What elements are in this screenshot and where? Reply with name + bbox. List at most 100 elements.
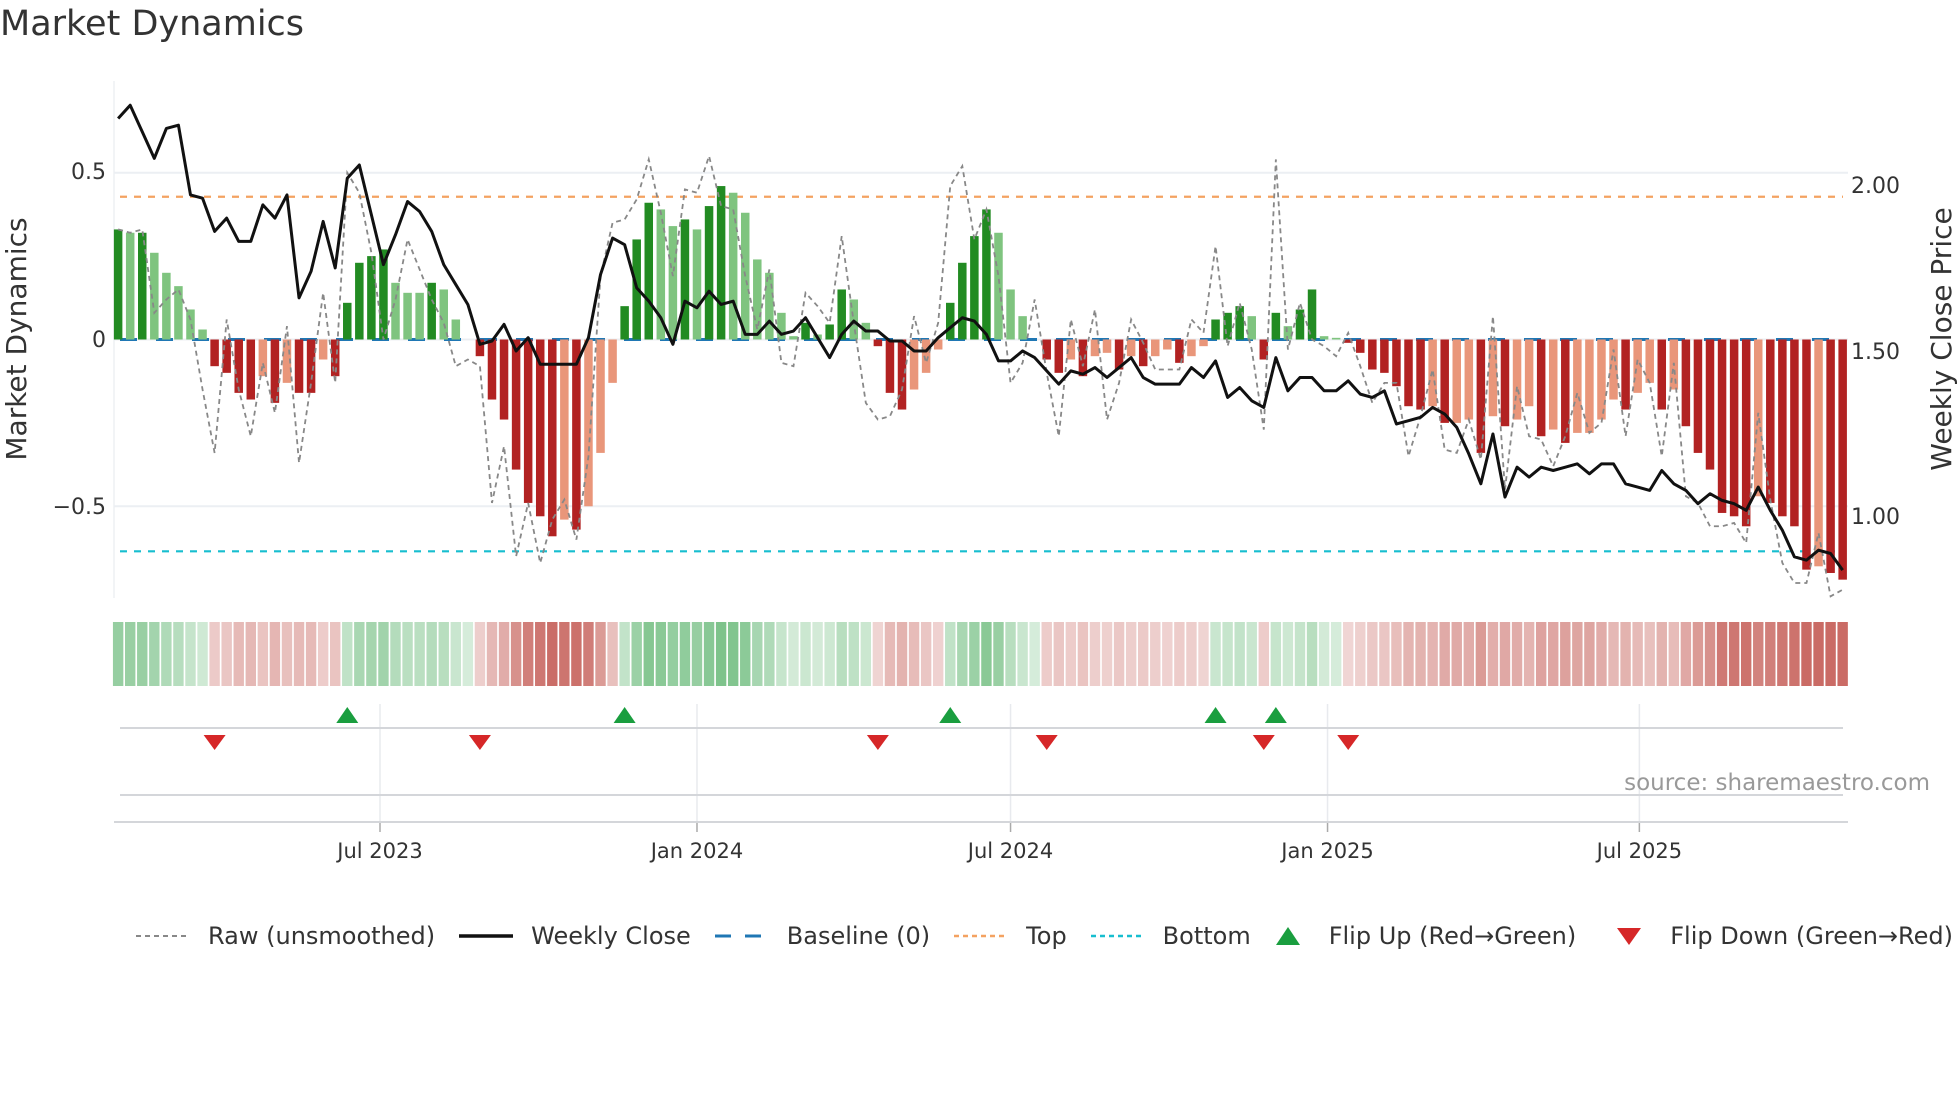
heat-cell: [1150, 622, 1161, 686]
flip-down-marker: [1035, 735, 1058, 750]
dynamics-bar: [1536, 339, 1546, 437]
heat-cell: [462, 622, 474, 686]
heat-cell: [643, 622, 654, 686]
y2-axis-label: Weekly Close Price: [1925, 207, 1958, 470]
dynamics-bar: [1151, 339, 1160, 357]
dynamics-bar: [704, 206, 714, 340]
heat-cell: [957, 622, 968, 686]
heat-cell: [1535, 622, 1547, 686]
dynamics-bar: [355, 262, 364, 340]
dynamics-bar: [994, 232, 1003, 340]
dynamics-bar: [1573, 339, 1582, 433]
heat-cell: [1777, 622, 1788, 686]
heat-cell: [1294, 622, 1306, 686]
dynamics-bar: [1597, 339, 1606, 420]
heat-cell: [860, 622, 872, 686]
dynamics-bar: [1235, 306, 1244, 340]
heat-cell: [1560, 622, 1571, 686]
heat-cell: [764, 622, 775, 686]
axes: 0.5 0 −0.5 2.00 1.50 1.00 Market Dynamic…: [0, 160, 1958, 863]
legend-item-raw[interactable]: Raw (unsmoothed): [134, 922, 435, 950]
heat-cell: [1005, 622, 1016, 686]
dynamics-bar: [620, 306, 629, 340]
heat-cell: [522, 622, 534, 686]
heat-cell: [1282, 622, 1294, 686]
heat-cell: [173, 622, 184, 686]
heat-cell: [486, 622, 498, 686]
heat-cell: [848, 622, 859, 686]
dynamics-bar: [258, 339, 268, 377]
flip-down-marker: [203, 735, 226, 750]
dynamics-bar: [1331, 337, 1341, 340]
dynamics-bar: [138, 232, 147, 340]
heat-cell: [908, 622, 920, 686]
dynamics-bar: [1693, 339, 1703, 453]
heat-cell: [824, 622, 835, 686]
legend-item-bottom[interactable]: Bottom: [1089, 922, 1251, 950]
dynamics-bar: [1814, 339, 1823, 567]
heat-cell: [1801, 622, 1812, 686]
dynamics-bar: [1524, 339, 1534, 407]
heat-cell: [498, 622, 510, 686]
dynamics-bar: [535, 339, 545, 517]
dynamics-bar: [1054, 339, 1064, 373]
heat-cell: [1680, 622, 1692, 686]
heat-cell: [727, 622, 739, 686]
dynamics-bar: [1476, 339, 1486, 453]
dynamics-bar: [1561, 339, 1570, 443]
heat-cell: [1246, 622, 1257, 686]
heat-cell: [1584, 622, 1595, 686]
dynamics-bar: [945, 302, 955, 340]
heat-cell: [1475, 622, 1487, 686]
y-axis-label: Market Dynamics: [0, 217, 33, 460]
heat-cell: [571, 622, 582, 686]
dynamics-bar: [294, 339, 304, 393]
heat-cell: [197, 622, 208, 686]
heat-cell: [112, 622, 124, 686]
dynamics-bar: [1356, 339, 1365, 353]
x-tick-label: Jul 2023: [335, 839, 422, 863]
flip-up-marker: [1264, 707, 1287, 723]
legend-item-flip-up[interactable]: Flip Up (Red→Green): [1273, 922, 1576, 950]
dynamics-bar: [1826, 339, 1835, 573]
heat-cell: [655, 622, 667, 686]
dynamics-bar: [1741, 339, 1751, 527]
legend-label: Flip Down (Green→Red): [1670, 922, 1953, 950]
dynamics-bar: [198, 329, 207, 340]
dynamics-bar: [1729, 339, 1739, 517]
dynamics-bar: [1548, 339, 1558, 430]
heat-cell: [1138, 622, 1149, 686]
legend-item-flip-down[interactable]: Flip Down (Green→Red): [1614, 922, 1953, 950]
dynamics-bar: [885, 339, 895, 393]
heat-cell: [378, 622, 389, 686]
y-tick-label: −0.5: [53, 495, 106, 520]
heat-cell: [1596, 622, 1607, 686]
triangle-up-icon: [1275, 927, 1300, 945]
dynamics-bar: [270, 339, 280, 403]
y-tick-label: 0: [92, 328, 106, 353]
y2-tick-label: 1.00: [1851, 505, 1900, 530]
y2-tick-label: 2.00: [1851, 174, 1900, 199]
legend-item-baseline[interactable]: Baseline (0): [713, 922, 930, 950]
legend-label: Top: [1026, 922, 1067, 950]
flip-up-marker: [939, 707, 962, 723]
dynamics-bar: [1838, 339, 1847, 580]
dynamics-bar: [439, 289, 448, 340]
dynamics-bar: [1705, 339, 1715, 470]
dynamics-bar: [668, 226, 678, 340]
legend-item-top[interactable]: Top: [952, 922, 1067, 950]
dynamics-bar: [728, 192, 738, 340]
heat-cell: [1789, 622, 1800, 686]
dynamics-bar: [415, 292, 424, 340]
legend-item-close[interactable]: Weekly Close: [457, 922, 691, 950]
heat-cell: [354, 622, 365, 686]
dynamics-bar: [162, 272, 171, 340]
heat-cell: [1041, 622, 1052, 686]
heat-cell: [124, 622, 136, 686]
heat-cell: [981, 622, 992, 686]
dynamics-bar: [789, 336, 798, 340]
heat-cell: [1222, 622, 1233, 686]
heat-cell: [426, 622, 437, 686]
heat-cell: [1330, 622, 1342, 686]
dynamics-bar: [523, 339, 533, 503]
